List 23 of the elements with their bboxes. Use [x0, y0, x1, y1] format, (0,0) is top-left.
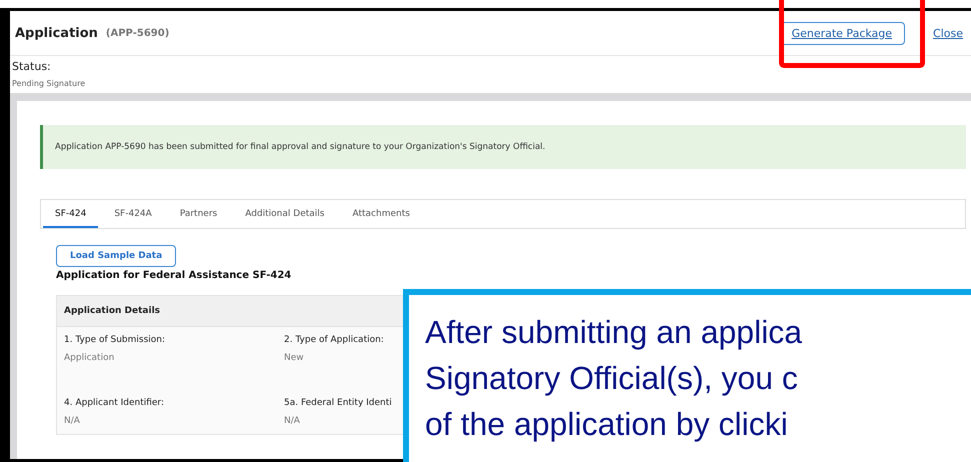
tab[interactable]: Additional Details [233, 200, 336, 228]
callout-text: Signatory Official(s), you c [425, 359, 798, 398]
field-label: 4. Applicant Identifier: [64, 398, 166, 408]
tab[interactable]: SF-424 [43, 200, 98, 228]
callout-text: of the application by clicki [425, 405, 788, 444]
form-title: Application for Federal Assistance SF-424 [56, 270, 292, 281]
field-label: 5a. Federal Entity Identi [284, 398, 393, 408]
load-sample-data-button[interactable]: Load Sample Data [56, 245, 176, 267]
page-title: Application [15, 26, 98, 40]
tab[interactable]: Partners [168, 200, 230, 228]
tab[interactable]: SF-424A [102, 200, 164, 228]
field-label: 2. Type of Application: [284, 335, 385, 345]
field-value: N/A [284, 416, 301, 426]
application-id: (APP-5690) [106, 28, 170, 38]
status-label: Status: [12, 60, 52, 73]
field-value: Application [64, 353, 116, 363]
tab[interactable]: Attachments [340, 200, 422, 228]
field-label: 1. Type of Submission: [64, 335, 166, 345]
field-value: New [284, 353, 305, 363]
status-value: Pending Signature [12, 79, 86, 88]
field-value: N/A [64, 416, 81, 426]
close-link[interactable]: Close [931, 22, 965, 44]
success-alert: Application APP-5690 has been submitted for final approval and signature to your Organization's Signatory Official. [40, 125, 966, 169]
